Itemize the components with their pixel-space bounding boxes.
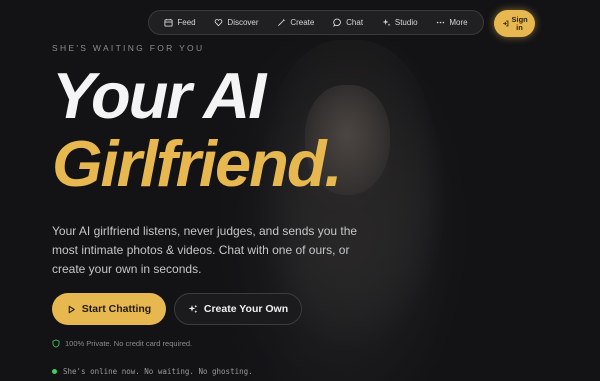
feed-icon <box>164 18 173 27</box>
nav-item-more-label: More <box>449 18 468 27</box>
nav-item-discover[interactable]: Discover <box>214 18 259 27</box>
nav-item-studio[interactable]: Studio <box>382 18 418 27</box>
create-your-own-button[interactable]: Create Your Own <box>174 293 302 325</box>
sign-in-arrow-icon <box>502 20 508 27</box>
nav-item-chat[interactable]: Chat <box>333 18 363 27</box>
privacy-note-text: 100% Private. No credit card required. <box>65 339 193 348</box>
headline-line-2: Girlfriend. <box>52 127 343 200</box>
hero-headline: Your AI Girlfriend. <box>52 59 343 200</box>
wand-icon <box>278 18 286 26</box>
nav-item-chat-label: Chat <box>346 18 364 27</box>
sign-in-button[interactable]: Sign in <box>494 10 535 37</box>
start-chatting-button[interactable]: Start Chatting <box>52 293 166 325</box>
privacy-note: 100% Private. No credit card required. <box>52 339 192 348</box>
create-your-own-label: Create Your Own <box>203 303 289 315</box>
nav-item-discover-label: Discover <box>227 18 259 27</box>
sparkle-icon <box>382 18 391 27</box>
sparkle-icon <box>188 304 198 314</box>
hero-description: Your AI girlfriend listens, never judges… <box>52 224 358 276</box>
online-status: She's online now. No waiting. No ghostin… <box>52 367 253 376</box>
chat-bubble-icon <box>333 18 342 27</box>
headline-line-1: Your AI <box>52 59 266 132</box>
more-dots-icon <box>437 21 445 24</box>
nav-item-feed[interactable]: Feed <box>164 18 196 27</box>
start-chatting-label: Start Chatting <box>81 303 152 315</box>
shield-icon <box>52 339 60 348</box>
nav-item-more[interactable]: More <box>436 18 468 27</box>
nav-item-studio-label: Studio <box>394 18 418 27</box>
heart-icon <box>215 19 223 27</box>
nav-item-create-label: Create <box>290 18 315 27</box>
top-navigation: Feed Discover Create Chat Studio More <box>148 10 484 35</box>
hero-eyebrow: SHE'S WAITING FOR YOU <box>52 43 205 53</box>
sign-in-label: Sign in <box>511 14 528 32</box>
nav-item-create[interactable]: Create <box>277 18 314 27</box>
nav-item-feed-label: Feed <box>177 18 196 27</box>
online-status-text: She's online now. No waiting. No ghostin… <box>63 367 253 376</box>
play-icon <box>68 305 75 313</box>
online-status-dot <box>52 369 57 374</box>
